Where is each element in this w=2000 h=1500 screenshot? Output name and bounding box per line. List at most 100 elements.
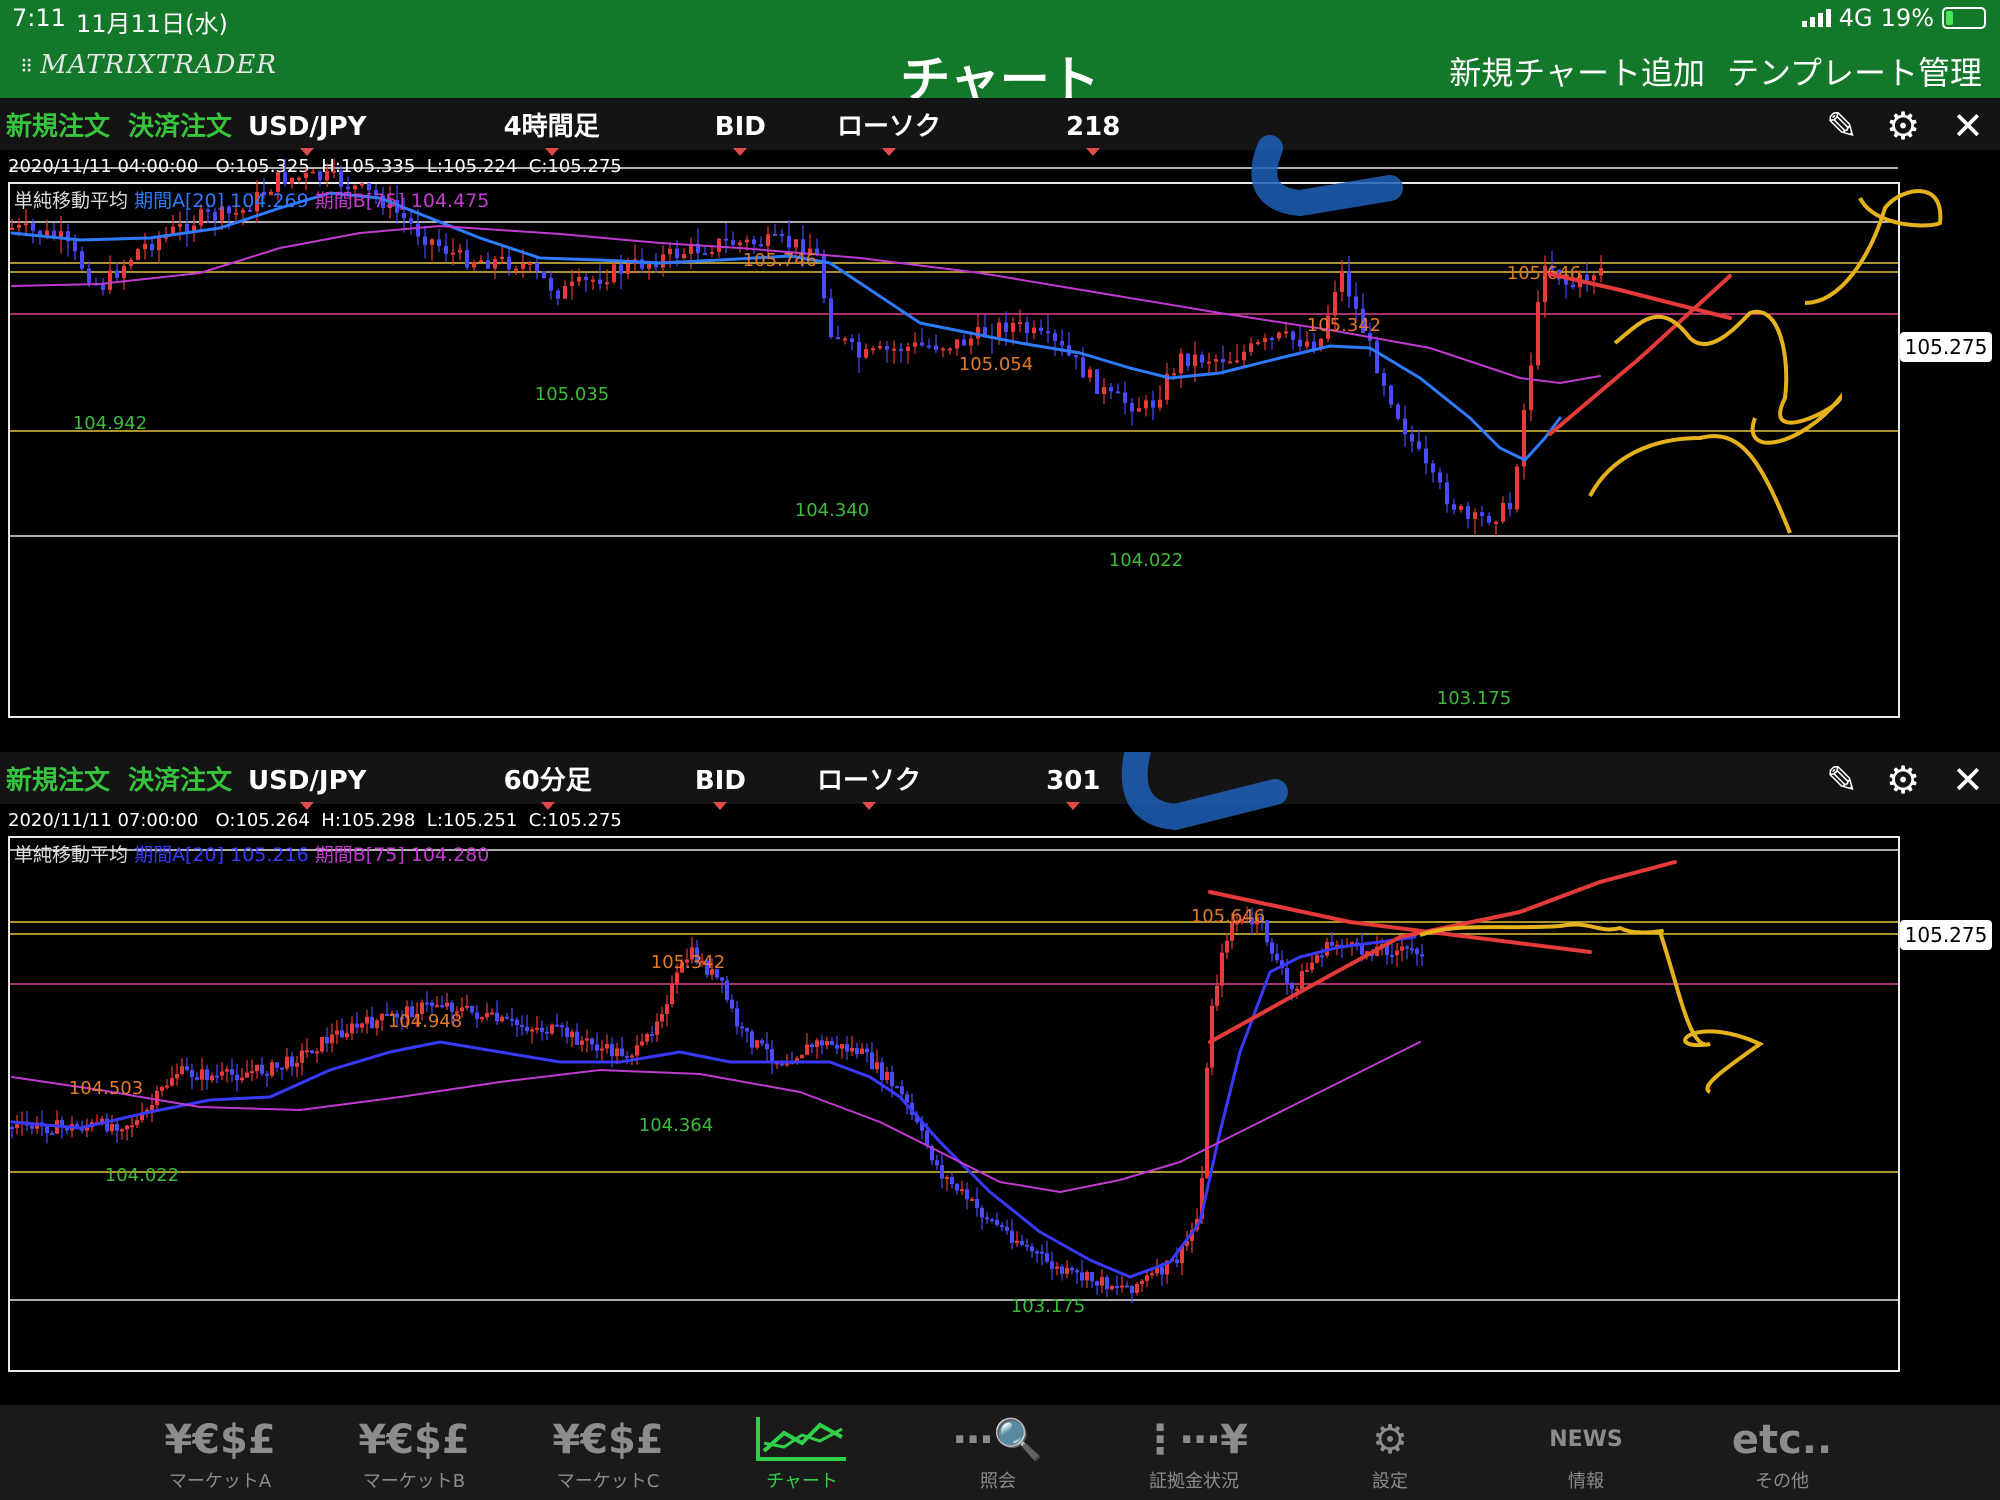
candle-body [865, 1048, 869, 1053]
candle-body [130, 1125, 134, 1128]
candle-body [297, 177, 301, 180]
status-time: 7:11 [12, 4, 66, 32]
candle-body [1249, 343, 1253, 352]
candle-body [1175, 1259, 1179, 1264]
candle-body [615, 1048, 619, 1057]
candle-body [668, 248, 672, 255]
network-type: 4G [1838, 4, 1873, 32]
candle-body [738, 242, 742, 246]
tab-chart[interactable]: チャート [722, 1413, 882, 1493]
candle-body [416, 223, 420, 237]
candle-body [1053, 333, 1057, 341]
candle-body [500, 256, 504, 259]
high-label: 105.646 [1507, 263, 1581, 284]
candle-body [1074, 355, 1078, 358]
candle-body [1417, 441, 1421, 449]
candle-body [514, 268, 518, 271]
candle-body [871, 348, 875, 351]
candle-body [590, 1038, 594, 1045]
candle-body [1123, 392, 1127, 403]
tab-market-a[interactable]: ¥€$£ マーケットA [140, 1413, 300, 1493]
candle-body [285, 1056, 289, 1069]
candle-body [1420, 954, 1424, 957]
candle-body [235, 1074, 239, 1081]
candle-body [927, 345, 931, 348]
candle-body [1130, 402, 1134, 412]
candle-body [720, 977, 724, 981]
candle-body [610, 1044, 614, 1057]
candle-body [595, 1044, 599, 1051]
candle-body [472, 262, 476, 268]
candle-body [640, 1041, 644, 1046]
candle-body [864, 349, 868, 358]
candle-body [340, 1030, 344, 1038]
currency-icon: ¥€$£ [164, 1417, 276, 1463]
candle-body [1115, 1285, 1119, 1288]
candle-body [745, 239, 749, 243]
candle-body [830, 1041, 834, 1045]
candle-body [995, 1219, 999, 1226]
candle-body [1137, 408, 1141, 412]
red-trendline [1548, 272, 1732, 320]
bottom-tab-bar: ¥€$£ マーケットA ¥€$£ マーケットB ¥€$£ マーケットC チャート ⋯🔍… [0, 1405, 2000, 1500]
candle-body [1039, 327, 1043, 332]
candle-body [220, 1071, 224, 1076]
tab-news[interactable]: NEWS 情報 [1506, 1413, 1666, 1493]
candle-body [50, 1133, 54, 1136]
candle-body [885, 1072, 889, 1081]
candle-body [1095, 369, 1099, 394]
candle-body [1347, 270, 1351, 297]
candle-body [486, 260, 490, 269]
high-label: 105.342 [651, 952, 725, 973]
candle-body [451, 252, 455, 255]
candle-body [752, 239, 756, 245]
candle-body [855, 1048, 859, 1054]
candle-body [290, 177, 294, 184]
low-label: 103.175 [1437, 688, 1511, 709]
tab-margin-status[interactable]: ⋮⋯¥ 証拠金状況 [1114, 1413, 1274, 1493]
candle-body [1536, 302, 1540, 366]
tab-settings[interactable]: ⚙ 設定 [1310, 1413, 1470, 1493]
candle-body [444, 245, 448, 254]
candle-body [108, 270, 112, 290]
template-manage-button[interactable]: テンプレート管理 [1727, 48, 1982, 94]
candle-body [1445, 482, 1449, 505]
candle-body [1109, 387, 1113, 392]
candle-body [215, 1075, 219, 1078]
candle-body [665, 1004, 669, 1014]
candle-body [115, 270, 119, 278]
candle-body [940, 1165, 944, 1179]
candle-body [1095, 1281, 1099, 1286]
candle-body [475, 1012, 479, 1019]
low-label: 104.364 [639, 1115, 713, 1136]
tab-inquiry[interactable]: ⋯🔍 照会 [918, 1413, 1078, 1493]
candle-body [1403, 418, 1407, 435]
tab-market-b[interactable]: ¥€$£ マーケットB [334, 1413, 494, 1493]
candle-body [825, 1041, 829, 1046]
candle-body [755, 1040, 759, 1048]
candle-body [370, 1017, 374, 1029]
candle-body [234, 212, 238, 215]
battery-icon [1942, 7, 1986, 29]
candle-body [335, 1030, 339, 1035]
candle-body [745, 1028, 749, 1032]
status-date: 11月11日(水) [76, 10, 228, 38]
currency-icon: ¥€$£ [552, 1417, 664, 1463]
tab-market-c[interactable]: ¥€$£ マーケットC [528, 1413, 688, 1493]
candle-body [892, 348, 896, 351]
candle-body [577, 276, 581, 282]
sma-legend: 単純移動平均 期間A[20] 105.216 期間B[75] 104.280 [14, 844, 490, 866]
add-chart-button[interactable]: 新規チャート追加 [1449, 48, 1705, 94]
current-price-tag: 105.275 [1900, 920, 1992, 950]
candle-body [525, 1026, 529, 1032]
candle-body [1438, 472, 1442, 483]
candle-body [310, 1050, 314, 1054]
candle-body [1340, 270, 1344, 292]
candle-body [619, 264, 623, 274]
tab-other[interactable]: etc.. その他 [1702, 1413, 1862, 1493]
candle-body [135, 1120, 139, 1126]
candle-body [45, 1126, 49, 1134]
candle-body [157, 238, 161, 251]
candle-body [710, 251, 714, 254]
candle-body [375, 1020, 379, 1029]
